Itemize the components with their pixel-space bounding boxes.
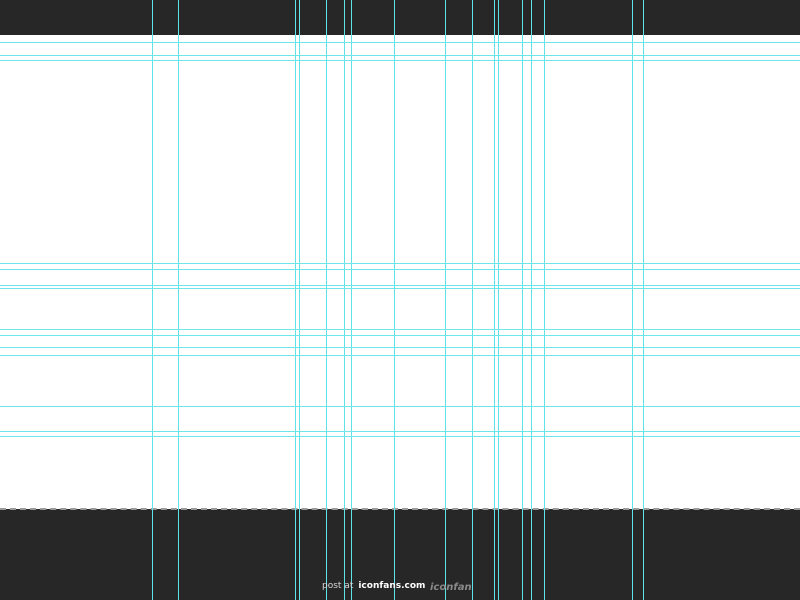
watermark: post at iconfans.com iconfans [322, 578, 472, 594]
svg-text:iconfans: iconfans [430, 582, 472, 593]
iconfans-logo-icon: iconfans [430, 579, 472, 593]
watermark-prefix: post at [322, 581, 354, 591]
design-canvas[interactable] [0, 35, 800, 509]
top-dark-band [0, 0, 800, 35]
watermark-site: iconfans.com [358, 581, 426, 591]
